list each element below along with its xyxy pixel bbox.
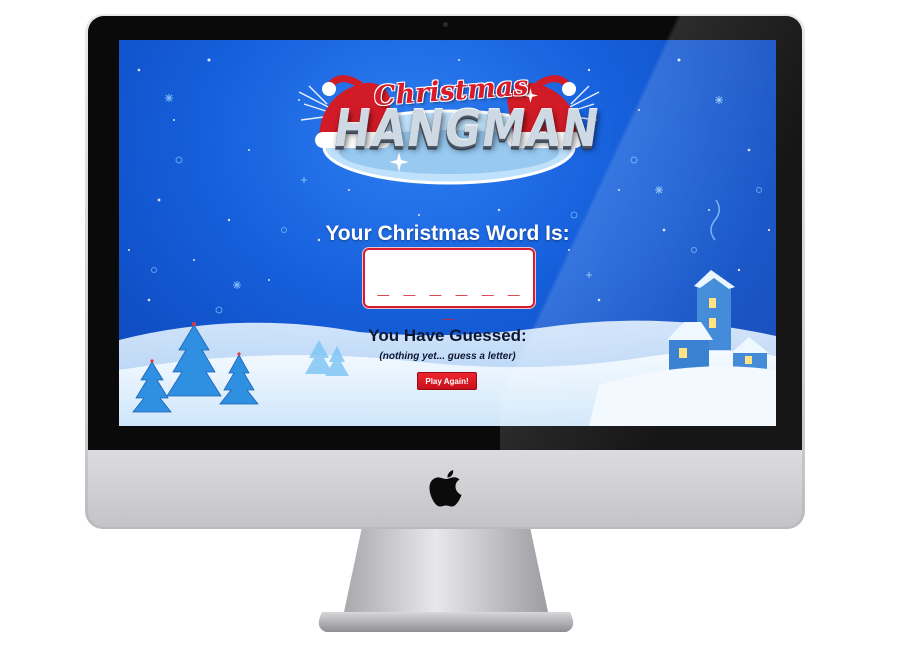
- guessed-letters: (nothing yet... guess a letter): [379, 351, 516, 362]
- imac-mockup: Christmas HANGMAN Your Christmas Word Is…: [0, 0, 900, 650]
- word-box: _ _ _ _ _ _ _: [363, 248, 535, 320]
- play-again-button[interactable]: Play Again!: [417, 372, 477, 390]
- apple-logo-icon: [429, 470, 462, 507]
- game-screen: Christmas HANGMAN Your Christmas Word Is…: [119, 40, 776, 426]
- word-title: Your Christmas Word Is:: [325, 222, 570, 245]
- word-blanks: _ _ _ _ _ _ _: [377, 272, 521, 320]
- game-logo: Christmas HANGMAN: [279, 42, 619, 192]
- guessed-title: You Have Guessed:: [368, 326, 527, 345]
- camera-dot: [443, 22, 448, 27]
- logo-hangman-text: HANGMAN: [329, 100, 604, 159]
